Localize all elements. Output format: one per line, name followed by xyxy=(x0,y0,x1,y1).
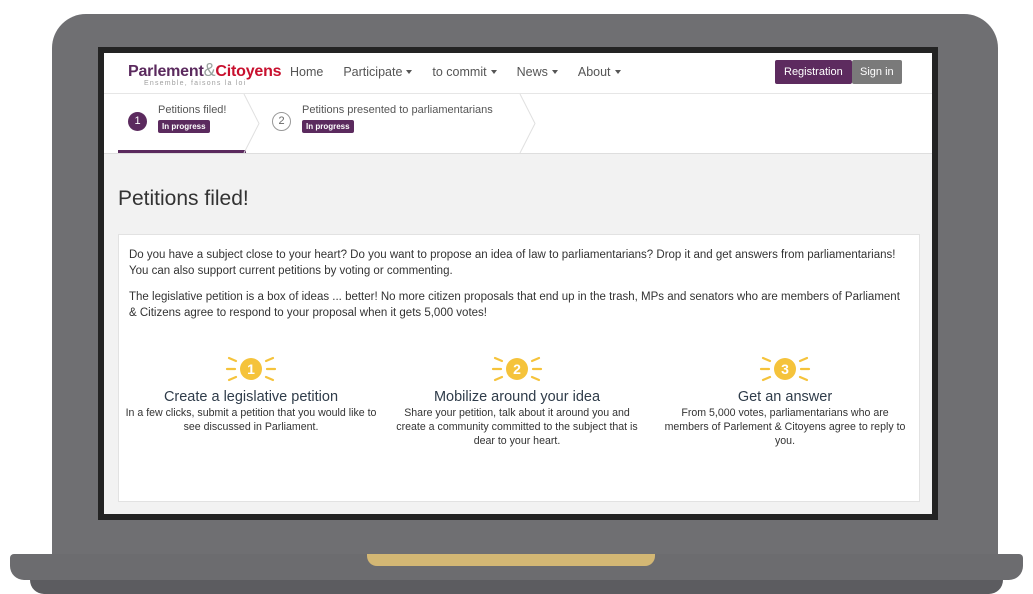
logo-tagline: Ensemble, faisons la loi xyxy=(144,80,247,87)
nav-about[interactable]: About xyxy=(578,65,621,79)
feature-title: Get an answer xyxy=(737,389,833,405)
intro-paragraph: The legislative petition is a box of ide… xyxy=(129,291,900,319)
site-logo[interactable]: Parlement&Citoyens Ensemble, faisons la … xyxy=(128,60,282,87)
feature-title: Create a legislative petition xyxy=(163,389,339,405)
svg-text:1: 1 xyxy=(247,361,255,377)
caret-down-icon xyxy=(551,70,558,74)
step-tabs: 1 Petitions filed! In progress 2 Petitio… xyxy=(104,94,932,154)
step-three-sun-icon: 3 xyxy=(759,356,811,382)
laptop-screen: Parlement&Citoyens Ensemble, faisons la … xyxy=(98,47,938,520)
svg-text:2: 2 xyxy=(513,361,521,377)
feature-get-answer: 3 Get an answer From 5,000 votes, parlia… xyxy=(659,352,911,448)
caret-down-icon xyxy=(406,70,413,74)
step-number: 2 xyxy=(272,112,291,131)
navbar: Parlement&Citoyens Ensemble, faisons la … xyxy=(104,53,932,94)
feature-description: From 5,000 votes, parliamentarians who a… xyxy=(664,407,906,447)
step-number: 1 xyxy=(128,112,147,131)
step-one-sun-icon: 1 xyxy=(225,356,277,382)
feature-title: Mobilize around your idea xyxy=(433,389,601,405)
intro-panel: Do you have a subject close to your hear… xyxy=(118,234,920,502)
sign-in-button[interactable]: Sign in xyxy=(852,60,902,84)
laptop-hinge-notch xyxy=(367,554,655,566)
svg-text:3: 3 xyxy=(781,361,789,377)
caret-down-icon xyxy=(614,70,621,74)
page-title: Petitions filed! xyxy=(118,187,249,210)
logo-title: Parlement&Citoyens xyxy=(128,60,282,80)
step-label: Petitions filed! xyxy=(158,104,227,116)
step-tab-petitions-filed[interactable]: 1 Petitions filed! In progress xyxy=(118,94,246,153)
nav-to-commit[interactable]: to commit xyxy=(432,65,497,79)
status-badge: In progress xyxy=(302,120,354,133)
main-nav: Home Participate to commit News About xyxy=(290,65,641,79)
intro-paragraph: Do you have a subject close to your hear… xyxy=(129,249,896,277)
nav-participate[interactable]: Participate xyxy=(343,65,413,79)
step-label: Petitions presented to parliamentarians xyxy=(302,104,493,116)
step-separator-icon xyxy=(519,94,536,153)
nav-home[interactable]: Home xyxy=(290,65,323,79)
web-page: Parlement&Citoyens Ensemble, faisons la … xyxy=(104,53,932,514)
feature-description: Share your petition, talk about it aroun… xyxy=(396,407,638,447)
step-tab-petitions-presented[interactable]: 2 Petitions presented to parliamentarian… xyxy=(262,94,532,153)
step-two-sun-icon: 2 xyxy=(491,356,543,382)
feature-description: In a few clicks, submit a petition that … xyxy=(125,407,377,433)
feature-mobilize: 2 Mobilize around your idea Share your p… xyxy=(391,352,643,448)
laptop-base-shadow xyxy=(30,580,1003,594)
caret-down-icon xyxy=(490,70,497,74)
status-badge: In progress xyxy=(158,120,210,133)
registration-button[interactable]: Registration xyxy=(775,60,852,84)
step-separator-icon xyxy=(243,94,260,153)
feature-create-petition: 1 Create a legislative petition In a few… xyxy=(125,352,377,434)
nav-news[interactable]: News xyxy=(517,65,558,79)
